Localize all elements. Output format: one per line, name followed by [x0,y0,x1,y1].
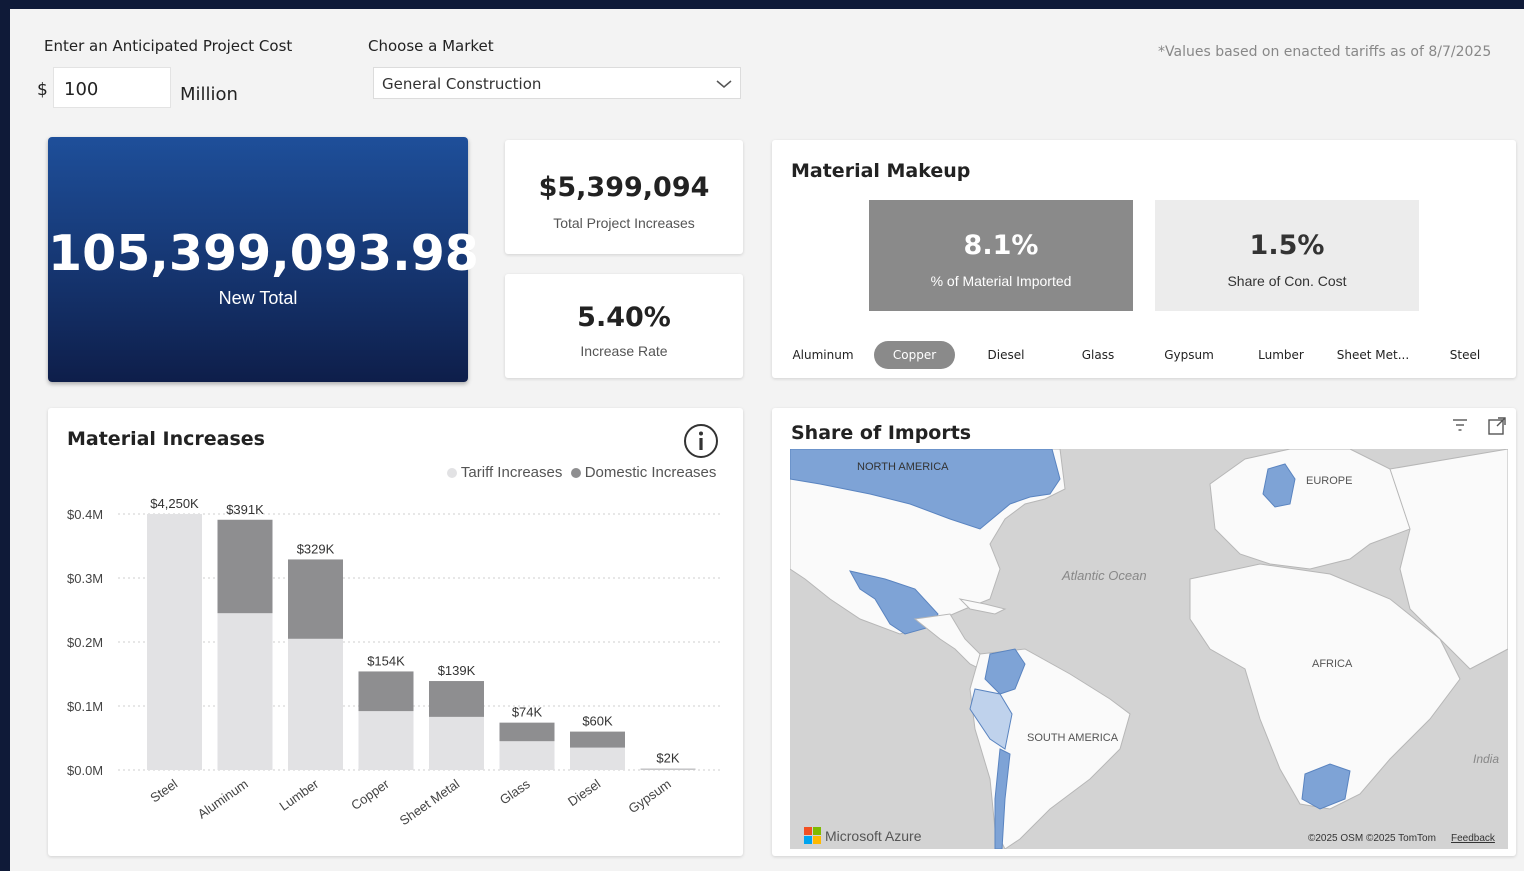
cost-input-label: Enter an Anticipated Project Cost [44,37,293,55]
bar-tariff-sheet-metal[interactable] [429,681,484,717]
chip-gypsum[interactable]: Gypsum [1153,341,1225,369]
currency-symbol: $ [37,80,48,100]
bar-domestic-sheet-metal[interactable] [429,716,484,770]
share-kpi: 1.5% Share of Con. Cost [1155,200,1419,311]
increase-rate-label: Increase Rate [580,343,668,359]
share-label: Share of Con. Cost [1227,273,1347,289]
x-tick-label: Sheet Metal [397,776,463,828]
project-cost-input[interactable]: 100 [53,67,171,108]
market-select-value: General Construction [382,75,542,93]
legend-tariff: Tariff Increases [460,464,563,481]
bar-tariff-gypsum[interactable] [640,768,696,770]
imports-map[interactable]: NORTH AMERICA EUROPE Atlantic Ocean AFRI… [790,449,1508,849]
bar-domestic-diesel[interactable] [570,747,625,770]
market-select[interactable]: General Construction [373,67,741,99]
y-tick-label: $0.2M [67,635,103,650]
total-increase-value: $5,399,094 [538,172,710,203]
filter-icon[interactable] [1450,417,1470,438]
increase-rate-value: 5.40% [577,302,671,333]
total-increase-card: $5,399,094 Total Project Increases [505,140,743,254]
material-increases-title: Material Increases [67,428,265,450]
label-africa: AFRICA [1312,658,1353,670]
imported-kpi: 8.1% % of Material Imported [869,200,1133,311]
bar-domestic-aluminum[interactable] [217,613,273,770]
data-label: $391K [226,502,264,517]
y-tick-label: $0.0M [67,763,103,778]
x-tick-label: Gypsum [625,776,673,816]
y-tick-label: $0.1M [67,699,103,714]
bar-domestic-lumber[interactable] [288,638,343,770]
chevron-down-icon [716,76,732,94]
unit-label: Million [180,84,238,105]
total-increase-label: Total Project Increases [553,215,695,231]
chip-diesel[interactable]: Diesel [970,341,1042,369]
feedback-link[interactable]: Feedback [1451,833,1496,844]
data-label: $60K [582,714,613,729]
focus-mode-icon[interactable] [1487,416,1507,441]
new-total-value: 105,399,093.98 [48,225,479,282]
azure-label: Microsoft Azure [825,828,922,844]
label-atlantic: Atlantic Ocean [1061,568,1147,583]
tariff-note: *Values based on enacted tariffs as of 8… [1158,44,1492,60]
bar-domestic-gypsum[interactable] [640,769,696,770]
imported-label: % of Material Imported [930,273,1072,289]
info-icon[interactable] [682,422,720,465]
market-select-label: Choose a Market [368,37,494,55]
x-tick-label: Lumber [277,776,322,814]
chip-sheet-metal[interactable]: Sheet Met... [1333,341,1413,369]
y-tick-label: $0.3M [67,571,103,586]
bar-domestic-copper[interactable] [358,711,414,770]
label-south-america: SOUTH AMERICA [1027,732,1119,744]
chart-legend: Tariff Increases Domestic Increases [447,464,716,481]
legend-domestic-swatch [570,468,581,479]
chip-copper[interactable]: Copper [874,341,955,369]
new-total-card: 105,399,093.98 New Total [48,137,479,382]
label-europe: EUROPE [1306,475,1352,487]
chip-lumber[interactable]: Lumber [1245,341,1317,369]
data-label: $139K [438,663,476,678]
material-makeup-title: Material Makeup [791,160,971,182]
data-label: $154K [367,653,405,668]
imported-value: 8.1% [963,230,1039,261]
share-value: 1.5% [1249,230,1325,261]
data-label: $4,250K [150,496,199,511]
map-copyright: ©2025 OSM ©2025 TomTom [1308,833,1436,844]
bar-tariff-aluminum[interactable] [217,519,273,614]
share-of-imports-title: Share of Imports [791,422,972,444]
y-tick-label: $0.4M [67,507,103,522]
new-total-label: New Total [218,288,298,308]
bar-domestic-glass[interactable] [499,741,555,770]
data-label: $329K [297,541,335,556]
increase-rate-card: 5.40% Increase Rate [505,274,743,378]
bar-tariff-copper[interactable] [358,671,414,712]
x-tick-label: Steel [147,776,180,805]
legend-tariff-swatch [447,468,457,479]
chip-glass[interactable]: Glass [1063,341,1133,369]
x-tick-label: Copper [348,776,392,813]
data-label: $2K [656,751,679,766]
x-tick-label: Aluminum [195,776,251,821]
x-tick-label: Glass [497,776,533,808]
bar-tariff-diesel[interactable] [570,731,625,748]
chip-steel[interactable]: Steel [1436,341,1494,369]
data-label: $74K [512,705,543,720]
material-increases-chart: $0.0M $0.1M $0.2M $0.3M $0.4M $4,250K Steel $39… [67,496,723,828]
label-india: India [1473,752,1499,766]
legend-domestic: Domestic Increases [584,464,717,481]
label-north-america: NORTH AMERICA [857,461,949,473]
x-tick-label: Diesel [565,776,603,809]
bar-domestic-steel[interactable] [147,514,202,770]
bar-tariff-lumber[interactable] [288,559,343,639]
bar-tariff-glass[interactable] [499,722,555,742]
chip-aluminum[interactable]: Aluminum [783,341,863,369]
